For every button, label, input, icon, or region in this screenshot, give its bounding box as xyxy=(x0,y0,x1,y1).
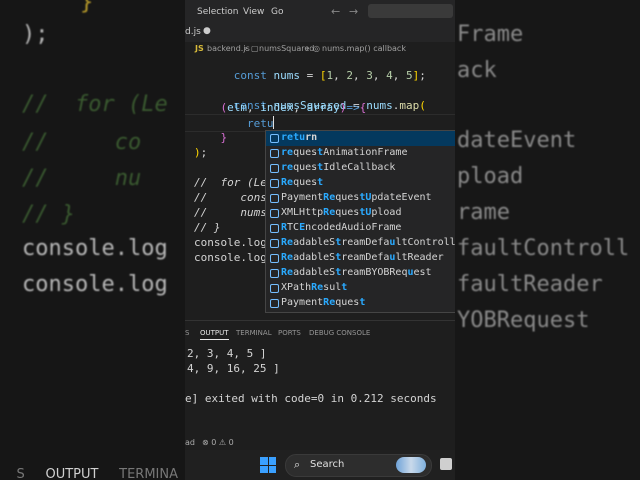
keyword-icon xyxy=(270,134,279,143)
suggestion-label: PaymentRequestUpdateEvent xyxy=(281,192,432,203)
variable-icon xyxy=(270,224,279,233)
code-line-current: retu xyxy=(246,116,275,130)
bg-line: ); xyxy=(22,22,49,47)
variable-icon xyxy=(270,284,279,293)
code-line: console.log( xyxy=(194,236,274,249)
suggestion-label: RTCEncodedAudioFrame xyxy=(281,222,402,233)
windows-start-icon[interactable] xyxy=(260,457,276,473)
text-cursor xyxy=(273,116,275,129)
background-left: } ); // for (Le // co // nu // } console… xyxy=(0,0,185,480)
variable-icon xyxy=(270,254,279,263)
suggestion-item[interactable]: XMLHttpRequestUpload xyxy=(266,206,455,221)
output-line: 4, 9, 16, 25 ] xyxy=(187,362,280,375)
code-line: console.log( xyxy=(194,251,274,264)
suggestion-item[interactable]: return xyxy=(266,131,455,146)
problems-count[interactable]: ⊗ 0 ⚠ 0 xyxy=(202,438,234,447)
suggestion-item[interactable]: requestAnimationFrame xyxy=(266,146,455,161)
code-line: // } xyxy=(194,221,221,234)
tab-debug-console[interactable]: DEBUG CONSOLE xyxy=(309,329,370,337)
bg-line: YOBRequest xyxy=(457,308,590,333)
bg-line: console.log xyxy=(22,272,168,297)
code-line: ); xyxy=(194,146,208,159)
suggestion-label: requestAnimationFrame xyxy=(281,147,408,158)
bg-tab-output: OUTPUT xyxy=(45,467,99,480)
tab-problems[interactable]: S xyxy=(185,329,189,337)
suggestion-label: XMLHttpRequestUpload xyxy=(281,207,402,218)
variable-icon xyxy=(270,209,279,218)
code-line: (elm, index, array)=>{ xyxy=(220,101,367,114)
method-icon xyxy=(270,164,279,173)
taskbar: ⌕ Search xyxy=(185,450,455,480)
bg-line: // nu xyxy=(22,166,142,191)
variable-icon xyxy=(270,299,279,308)
bg-tab: TERMINA xyxy=(119,467,178,480)
variable-icon xyxy=(270,239,279,248)
suggestion-item[interactable]: RTCEncodedAudioFrame xyxy=(266,221,455,236)
suggestion-label: requestIdleCallback xyxy=(281,162,396,173)
suggestion-label: ReadableStreamDefaultControll xyxy=(281,237,455,248)
suggestion-label: ReadableStreamBYOBRequest xyxy=(281,267,432,278)
method-icon xyxy=(270,149,279,158)
search-highlight-image xyxy=(396,457,426,473)
background-right: Frame ack dateEvent pload rame faultCont… xyxy=(455,0,640,480)
suggestion-label: return xyxy=(281,132,318,143)
suggestion-item[interactable]: XPathResult xyxy=(266,281,455,296)
output-line-exit: e] exited with code=0 in 0.212 seconds xyxy=(185,392,437,405)
bg-tab: S xyxy=(16,467,25,480)
bg-line: faultReader xyxy=(457,272,603,297)
suggestion-item[interactable]: requestIdleCallback xyxy=(266,161,455,176)
code-line: // const xyxy=(194,191,274,204)
bg-line: // for (Le xyxy=(22,92,168,117)
tab-output[interactable]: OUTPUT xyxy=(200,329,229,340)
suggestion-label: XPathResult xyxy=(281,282,348,293)
app-icon[interactable] xyxy=(440,458,452,470)
bg-line: rame xyxy=(457,200,510,225)
taskbar-search[interactable]: ⌕ Search xyxy=(285,454,432,477)
code-line: // for (Let xyxy=(194,176,274,189)
search-icon: ⌕ xyxy=(294,458,301,471)
variable-icon xyxy=(270,194,279,203)
search-label: Search xyxy=(310,459,345,470)
code-line: // numsS xyxy=(194,206,274,219)
output-panel: S OUTPUT TERMINAL PORTS DEBUG CONSOLE 2,… xyxy=(185,320,455,437)
variable-icon xyxy=(270,269,279,278)
bg-line: // co xyxy=(22,130,142,155)
bg-line: dateEvent xyxy=(457,128,577,153)
suggestion-label: PaymentRequest xyxy=(281,297,366,308)
output-line: 2, 3, 4, 5 ] xyxy=(187,347,267,360)
tab-ports[interactable]: PORTS xyxy=(278,329,301,337)
suggestion-label: Request xyxy=(281,177,324,188)
suggestion-item[interactable]: PaymentRequest xyxy=(266,296,455,311)
variable-icon xyxy=(270,179,279,188)
suggestion-label: ReadableStreamDefaultReader xyxy=(281,252,444,263)
bg-line: ack xyxy=(457,58,497,83)
code-line: } xyxy=(220,131,228,144)
bg-line: Frame xyxy=(457,22,524,47)
bg-line: faultControll xyxy=(457,236,630,261)
tab-terminal[interactable]: TERMINAL xyxy=(236,329,272,337)
autocomplete-widget: return requestAnimationFrame requestIdle… xyxy=(265,130,455,313)
bg-line: // } xyxy=(22,202,75,227)
status-left: ad xyxy=(185,438,195,447)
bg-line: pload xyxy=(457,164,524,189)
suggestion-item[interactable]: ReadableStreamDefaultControll xyxy=(266,236,455,251)
suggestion-item[interactable]: Request xyxy=(266,176,455,191)
suggestion-item[interactable]: ReadableStreamBYOBRequest xyxy=(266,266,455,281)
editor-window: Selection View Go ← → d.js ● JS backend.… xyxy=(185,0,455,480)
suggestion-item[interactable]: ReadableStreamDefaultReader xyxy=(266,251,455,266)
status-bar: ad ⊗ 0 ⚠ 0 xyxy=(185,436,455,450)
bg-line: console.log xyxy=(22,236,168,261)
suggestion-item[interactable]: PaymentRequestUpdateEvent xyxy=(266,191,455,206)
